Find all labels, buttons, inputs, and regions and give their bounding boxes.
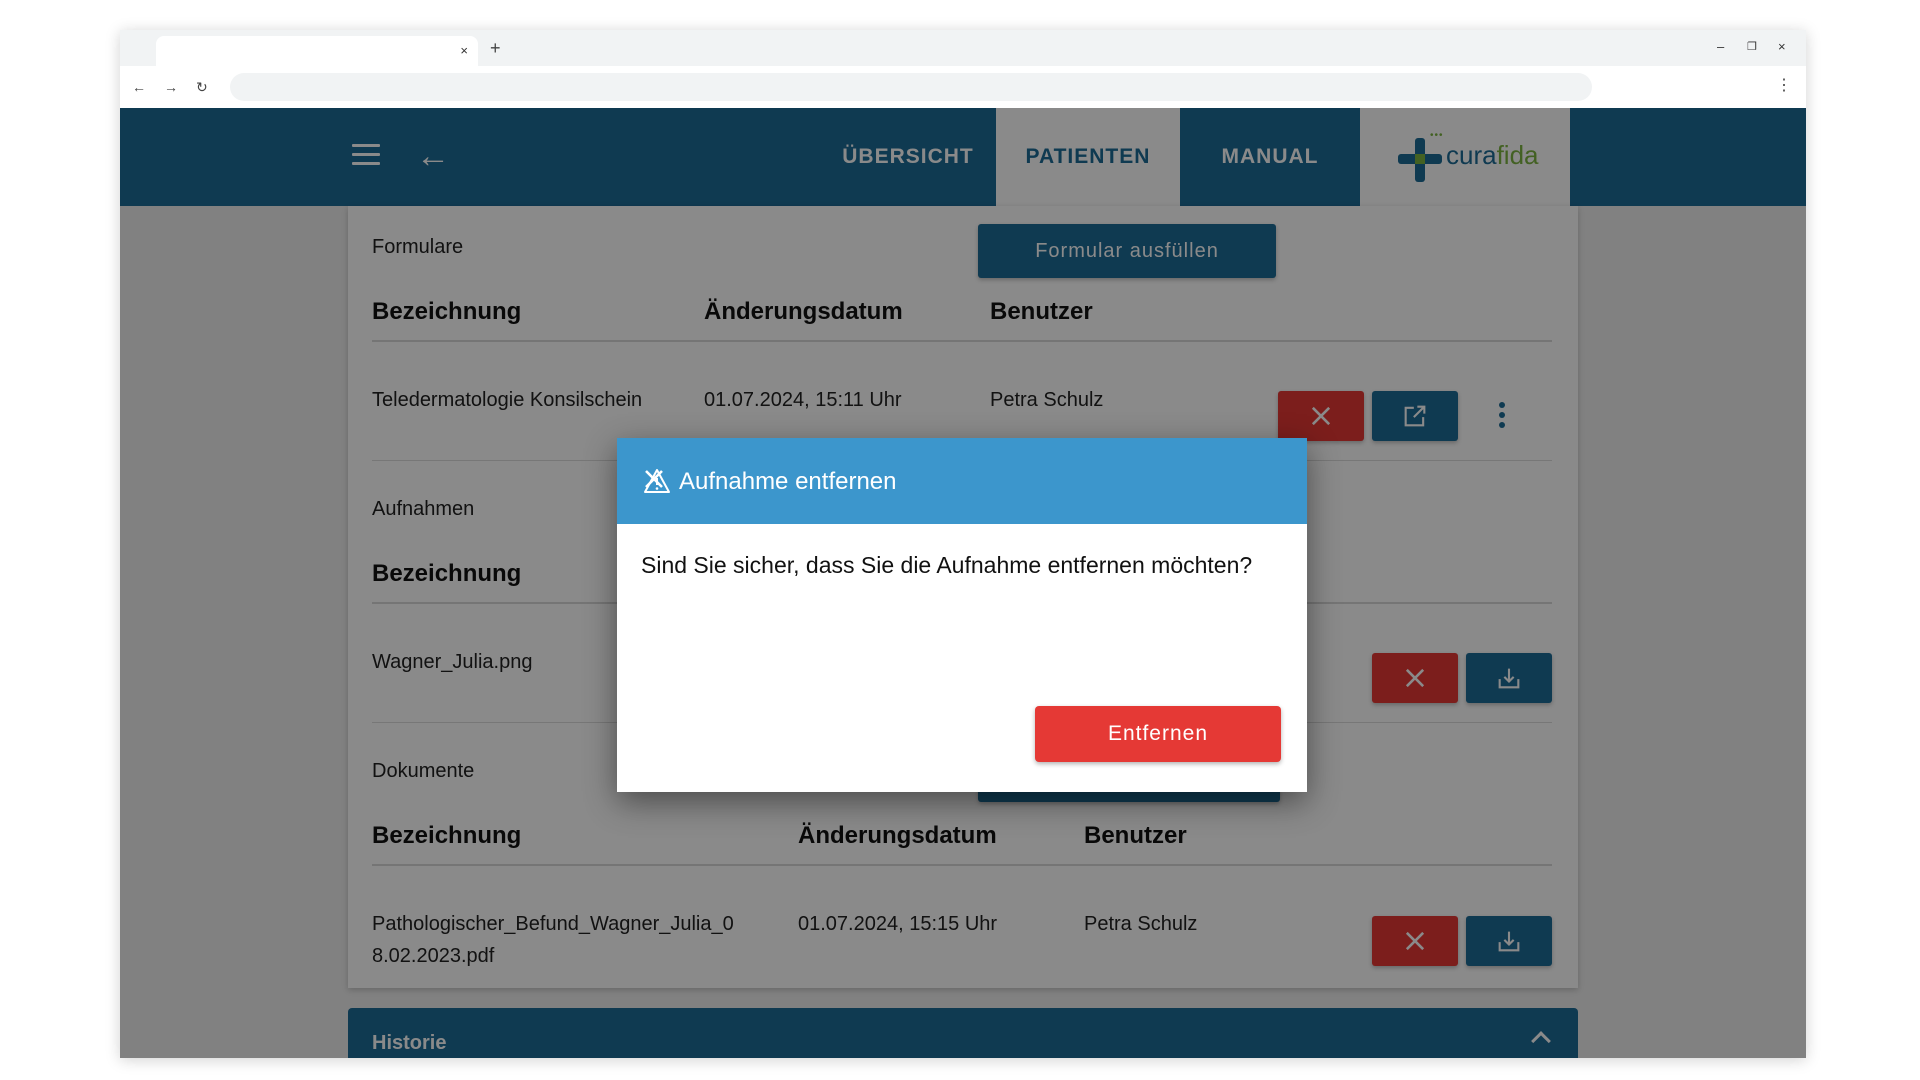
minimize-icon[interactable]: – [1717,38,1724,56]
browser-back-icon[interactable]: ← [132,78,146,96]
close-icon[interactable] [643,468,665,490]
dialog-title: Aufnahme entfernen [679,468,897,495]
page-viewport: ← ÜBERSICHT PATIENTEN MANUAL ••• curafid… [120,108,1806,1058]
browser-window: × + – ❐ × ← → ↻ ⋮ ← ÜBERSICHT PATIENTEN … [120,30,1806,1058]
dialog-header: Aufnahme entfernen [617,438,1307,524]
browser-toolbar: ← → ↻ ⋮ [120,66,1806,108]
tab-strip: × + – ❐ × [120,30,1806,66]
tab-close-icon[interactable]: × [460,42,468,60]
remove-image-dialog: Aufnahme entfernen Sind Sie sicher, dass… [617,438,1307,792]
new-tab-icon[interactable]: + [490,38,501,58]
window-close-icon[interactable]: × [1778,38,1786,56]
browser-menu-icon[interactable]: ⋮ [1776,76,1792,96]
maximize-icon[interactable]: ❐ [1747,38,1757,56]
browser-forward-icon[interactable]: → [164,78,178,96]
reload-icon[interactable]: ↻ [196,78,208,96]
confirm-remove-button[interactable]: Entfernen [1035,706,1281,762]
dialog-message: Sind Sie sicher, dass Sie die Aufnahme e… [641,552,1253,578]
address-bar[interactable] [230,73,1592,101]
browser-tab[interactable]: × [156,36,478,66]
